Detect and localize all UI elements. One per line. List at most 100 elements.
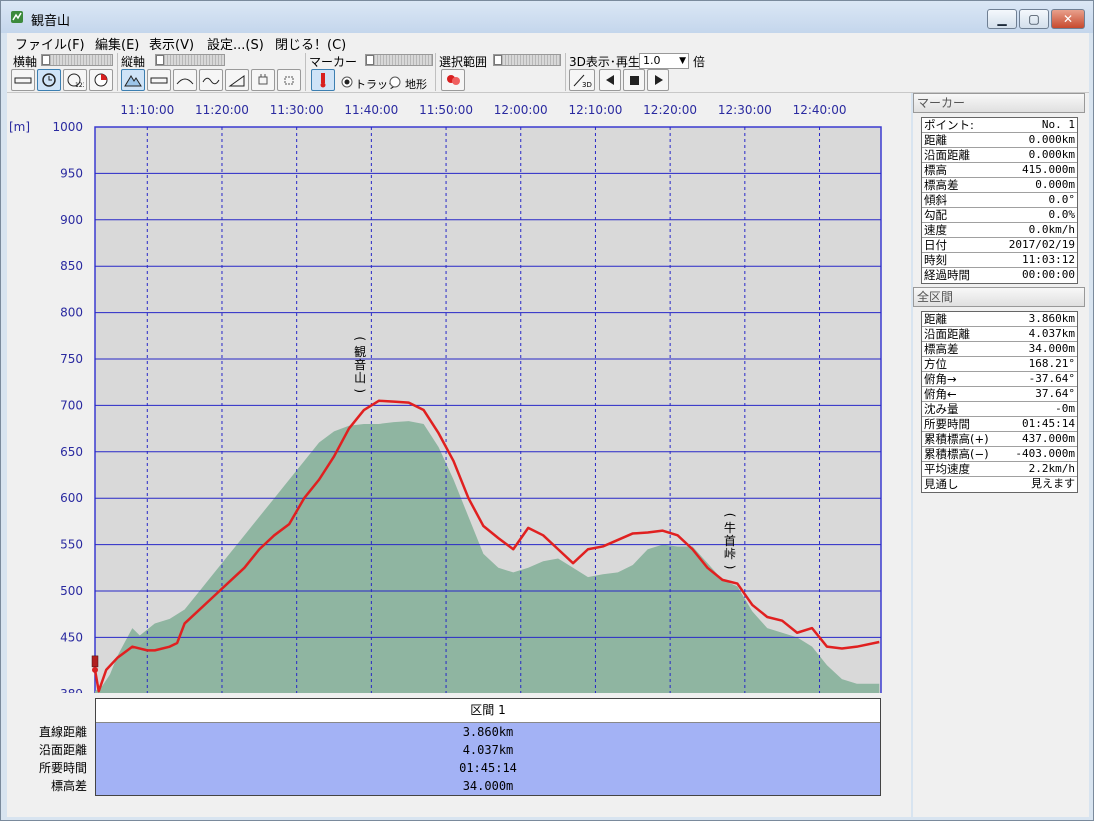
annotation-char: 牛 (724, 520, 736, 535)
x-tick-label: 12:20:00 (643, 103, 697, 117)
y-tick-label: 950 (60, 166, 83, 180)
total-row-label: 見通し (924, 477, 959, 491)
minimize-button[interactable]: ▁ (987, 9, 1017, 29)
marker-row-value: 0.0° (1048, 193, 1076, 206)
total-row: 所要時間 01:45:14 (922, 417, 1077, 432)
stats-value: 4.037km (96, 741, 880, 759)
annotation-char: ) (353, 388, 367, 393)
marker-row-label: 距離 (924, 133, 947, 147)
marker-row: 日付 2017/02/19 (922, 238, 1077, 253)
h-axis-time-button[interactable] (37, 69, 61, 91)
stats-label: 沿面距離 (38, 743, 87, 757)
close-button[interactable]: ✕ (1051, 9, 1085, 29)
marker-row-label: 日付 (924, 238, 947, 252)
stats-label: 直線距離 (38, 725, 87, 739)
marker-row-value: 0.000m (1035, 178, 1075, 191)
selection-label: 選択範囲 (439, 55, 488, 69)
marker-row-value: 415.000m (1022, 163, 1075, 176)
slider-thumb[interactable] (42, 55, 50, 65)
stats-value: 01:45:14 (96, 759, 880, 777)
annotation-label: (観音山) (353, 336, 367, 393)
3d-view-button[interactable]: 3D (569, 69, 595, 91)
annotation-char: ( (723, 513, 737, 518)
marker-slider[interactable] (365, 54, 433, 66)
marker-row-value: 0.0% (1048, 208, 1076, 221)
marker-pin-icon (320, 73, 326, 88)
side-panel: マーカー ポイント: No. 1 距離 0.000km 沿面距離 0.000km 標高 415… (913, 93, 1089, 817)
speed-select[interactable]: 1.0 ▼ (639, 53, 689, 69)
app-icon (11, 11, 23, 23)
marker-row-value: 0.0km/h (1028, 223, 1075, 236)
annotation-char: 首 (724, 534, 736, 548)
x-tick-label: 11:30:00 (270, 103, 324, 117)
marker-row-label: 標高 (924, 163, 947, 177)
track-radio[interactable] (341, 76, 353, 88)
speed-value: 1.0 (643, 54, 661, 67)
slider-thumb[interactable] (494, 55, 502, 65)
total-row: 見通し 見えます (922, 477, 1077, 492)
marker-row-value: 11:03:12 (1022, 253, 1075, 266)
total-row-value: 168.21° (1028, 357, 1075, 370)
h-axis-pie-button[interactable] (89, 69, 113, 91)
h-axis-elapsed-button[interactable]: 123 (63, 69, 87, 91)
v-axis-elevation-button[interactable] (121, 69, 145, 91)
annotation-char: 山 (354, 371, 366, 385)
h-axis-label: 横軸 (13, 55, 38, 69)
v-axis-curve-button[interactable] (173, 69, 197, 91)
h-axis-distance-button[interactable] (11, 69, 35, 91)
total-row-value: 4.037km (1028, 327, 1075, 340)
marker-row: 沿面距離 0.000km (922, 148, 1077, 163)
marker-button[interactable] (311, 69, 335, 91)
rewind-button[interactable] (599, 69, 621, 91)
segment-header[interactable]: 区間 1 (96, 699, 880, 723)
y-tick-label: 750 (60, 352, 83, 366)
rewind-icon (606, 75, 614, 85)
annotation-char: 音 (354, 357, 366, 372)
marker-row-label: 沿面距離 (924, 148, 970, 162)
slider-thumb[interactable] (156, 55, 164, 65)
v-axis-wave-button[interactable] (199, 69, 223, 91)
play-button[interactable] (647, 69, 669, 91)
y-tick-label: 700 (60, 398, 83, 412)
total-row: 距離 3.860km (922, 312, 1077, 327)
v-axis-plug2-button[interactable] (277, 69, 301, 91)
total-row-label: 俯角→ (924, 372, 957, 386)
y-tick-label: 800 (60, 306, 83, 320)
elevation-chart[interactable]: 1000 950 900 850 800 750 700 650 600 550 500 450 389… (7, 93, 911, 693)
selection-button[interactable] (441, 69, 465, 91)
total-row-value: 見えます (1031, 477, 1075, 490)
v-axis-slope-button[interactable] (225, 69, 249, 91)
chevron-down-icon: ▼ (679, 56, 686, 66)
total-panel: 距離 3.860km 沿面距離 4.037km 標高差 34.000m 方位 168.21° 俯… (921, 311, 1078, 493)
marker-point (92, 666, 98, 673)
selection-slider[interactable] (493, 54, 561, 66)
selection-pins-icon (447, 75, 460, 85)
h-axis-slider[interactable] (41, 54, 113, 66)
total-row: 累積標高(+) 437.000m (922, 432, 1077, 447)
y-tick-label: 450 (60, 630, 83, 644)
y-unit-label: [m] (9, 120, 30, 134)
y-tick-label: 550 (60, 538, 83, 552)
stats-label: 所要時間 (38, 761, 87, 775)
total-row-label: 累積標高(+) (924, 432, 989, 446)
v-axis-plug1-button[interactable] (251, 69, 275, 91)
v-axis-slider[interactable] (155, 54, 225, 66)
toolbar-separator (117, 53, 118, 91)
slider-thumb[interactable] (366, 55, 374, 65)
maximize-button[interactable]: ▢ (1019, 9, 1049, 29)
y-tick-label: 850 (60, 259, 83, 273)
marker-row: 標高 415.000m (922, 163, 1077, 178)
marker-label: マーカー (309, 55, 358, 69)
total-row-value: -403.000m (1015, 447, 1075, 460)
stats-labels: 直線距離 沿面距離 所要時間 標高差 (15, 723, 87, 795)
v-axis-flat-button[interactable] (147, 69, 171, 91)
total-row-label: 累積標高(−) (924, 447, 989, 461)
toolbar: 横軸 123 縦軸 マーカー トラック 地形 選択範囲 3D表示･再生 1.0 … (7, 51, 1089, 93)
total-row-label: 沿面距離 (924, 327, 970, 341)
stop-button[interactable] (623, 69, 645, 91)
title-bar[interactable]: 観音山 ▁ ▢ ✕ (1, 1, 1093, 33)
total-row-value: 01:45:14 (1022, 417, 1075, 430)
terrain-radio[interactable] (389, 76, 401, 88)
ruler-icon (14, 77, 32, 84)
y-tick-label: 600 (60, 491, 83, 505)
